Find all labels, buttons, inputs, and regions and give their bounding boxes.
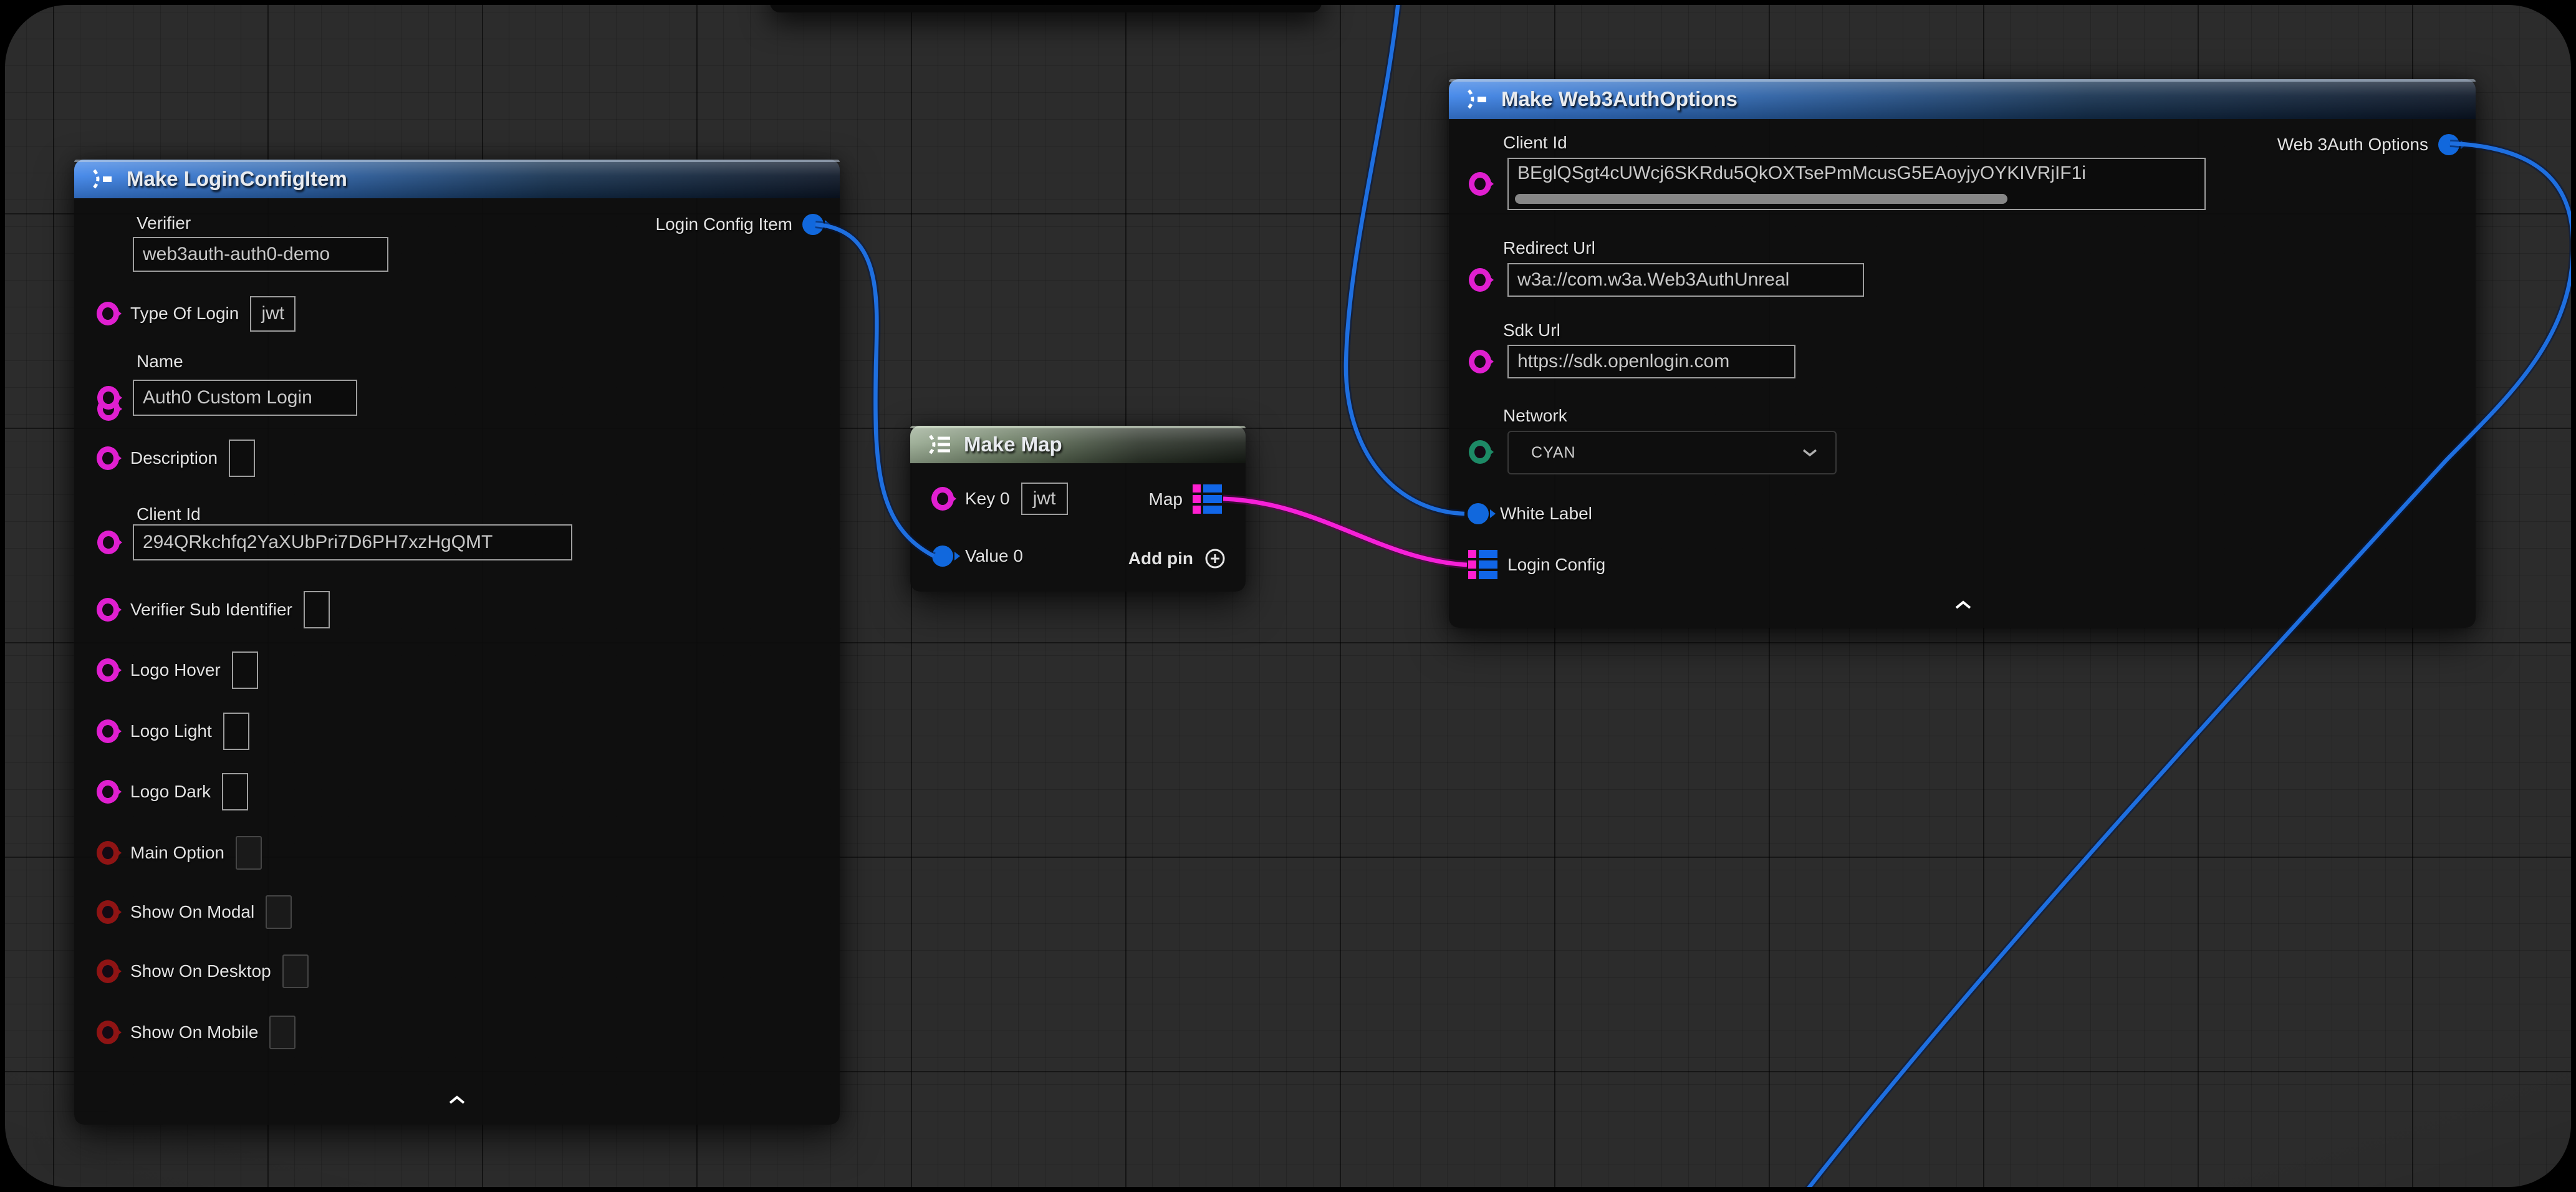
pin-label-web3auth-options: Web 3Auth Options — [2277, 135, 2428, 155]
output-pin-map[interactable] — [1193, 484, 1222, 514]
input-pin-value-0[interactable] — [932, 546, 953, 567]
network-selected-value: CYAN — [1531, 444, 1576, 462]
input-pin-show-on-modal[interactable] — [97, 900, 119, 924]
show-on-mobile-checkbox[interactable] — [269, 1016, 296, 1049]
input-pin-main-option[interactable] — [97, 841, 119, 865]
node-make-web3auth-options[interactable]: Make Web3AuthOptions Web 3Auth Options C… — [1449, 79, 2476, 628]
pin-label-key-0: Key 0 — [965, 489, 1010, 509]
pin-label-network: Network — [1503, 406, 1567, 426]
add-pin-icon[interactable] — [1203, 547, 1227, 570]
type-of-login-input[interactable]: jwt — [250, 296, 296, 332]
logo-hover-input[interactable] — [232, 651, 258, 689]
pin-label-verifier-sub-identifier: Verifier Sub Identifier — [130, 600, 292, 620]
pin-label-login-config-item: Login Config Item — [656, 214, 792, 234]
input-pin-client-id[interactable] — [97, 531, 120, 554]
pin-label-logo-dark: Logo Dark — [130, 782, 211, 802]
pin-label-redirect-url: Redirect Url — [1503, 238, 1595, 258]
pin-label-show-on-mobile: Show On Mobile — [130, 1022, 258, 1042]
verifier-sub-identifier-input[interactable] — [304, 591, 330, 628]
chevron-down-icon — [1802, 448, 1818, 457]
input-pin-sdk-url[interactable] — [1469, 350, 1491, 373]
network-dropdown[interactable]: CYAN — [1507, 431, 1837, 474]
node-header[interactable]: Make LoginConfigItem — [74, 160, 840, 198]
input-pin-key-0[interactable] — [931, 487, 954, 511]
input-pin-redirect-url[interactable] — [1469, 268, 1491, 292]
description-input[interactable] — [229, 440, 255, 477]
pin-label-client-id: Client Id — [137, 504, 201, 524]
pin-label-type-of-login: Type Of Login — [130, 304, 239, 324]
input-pin-type-of-login[interactable] — [97, 302, 119, 325]
logo-light-input[interactable] — [223, 713, 249, 750]
client-id-scrollbar-thumb[interactable] — [1515, 194, 2007, 204]
pin-label-sdk-url: Sdk Url — [1503, 320, 1560, 340]
wire-to-white-label[interactable] — [1346, 5, 1464, 514]
main-option-checkbox[interactable] — [236, 836, 262, 870]
verifier-input[interactable]: web3auth-auth0-demo — [133, 237, 388, 272]
collapse-chevron-icon[interactable] — [448, 1095, 466, 1105]
pin-label-white-label: White Label — [1500, 504, 1592, 524]
input-pin-show-on-desktop[interactable] — [97, 959, 119, 983]
pin-label-logo-light: Logo Light — [130, 721, 212, 741]
input-pin-logo-hover[interactable] — [97, 658, 119, 682]
pin-label-logo-hover: Logo Hover — [130, 660, 221, 680]
input-pin-verifier-sub-identifier[interactable] — [97, 598, 119, 622]
pin-label-main-option: Main Option — [130, 843, 224, 863]
input-pin-show-on-mobile[interactable] — [97, 1021, 119, 1044]
blueprint-graph-canvas[interactable]: Make LoginConfigItem Login Config Item V… — [5, 5, 2571, 1187]
add-pin-label: Add pin — [1128, 549, 1193, 569]
name-input[interactable]: Auth0 Custom Login — [133, 380, 357, 416]
sdk-url-input[interactable]: https://sdk.openlogin.com — [1507, 345, 1795, 378]
pin-label-name: Name — [137, 352, 183, 372]
input-pin-description[interactable] — [97, 446, 119, 470]
node-header[interactable]: Make Map — [910, 426, 1246, 463]
node-title: Make Web3AuthOptions — [1501, 87, 1737, 111]
input-pin-network[interactable] — [1469, 440, 1491, 464]
output-pin-login-config-item[interactable] — [802, 214, 824, 235]
node-title: Make Map — [964, 433, 1062, 456]
make-struct-icon — [1465, 88, 1490, 110]
show-on-desktop-checkbox[interactable] — [282, 954, 309, 988]
pin-label-client-id: Client Id — [1503, 133, 1567, 153]
pin-label-map: Map — [1149, 489, 1183, 509]
pin-label-show-on-desktop: Show On Desktop — [130, 961, 271, 981]
input-pin-logo-light[interactable] — [97, 719, 119, 743]
input-pin-login-config[interactable] — [1468, 550, 1497, 579]
pin-label-show-on-modal: Show On Modal — [130, 902, 254, 922]
node-make-map[interactable]: Make Map Key 0 jwt Map Value 0 Add pin — [910, 426, 1246, 592]
pin-label-verifier: Verifier — [137, 213, 191, 233]
node-make-login-config-item[interactable]: Make LoginConfigItem Login Config Item V… — [74, 160, 840, 1125]
input-pin-name[interactable] — [97, 386, 120, 410]
logo-dark-input[interactable] — [222, 773, 248, 810]
pin-label-value-0: Value 0 — [965, 546, 1023, 566]
make-map-icon — [926, 433, 953, 456]
output-pin-web3auth-options[interactable] — [2438, 134, 2459, 155]
node-header[interactable]: Make Web3AuthOptions — [1449, 79, 2476, 119]
node-title: Make LoginConfigItem — [127, 167, 347, 191]
wire-map-to-login-config[interactable] — [1223, 499, 1467, 565]
collapse-chevron-icon[interactable] — [1954, 600, 1973, 610]
client-id-input[interactable]: 294QRkchfq2YaXUbPri7D6PH7xzHgQMT — [133, 524, 572, 560]
make-struct-icon — [90, 168, 115, 190]
input-pin-logo-dark[interactable] — [97, 780, 119, 804]
pin-label-login-config: Login Config — [1507, 555, 1605, 575]
pin-label-description: Description — [130, 448, 218, 468]
offscreen-node-edge — [770, 5, 1322, 12]
input-pin-client-id[interactable] — [1469, 172, 1491, 196]
redirect-url-input[interactable]: w3a://com.w3a.Web3AuthUnreal — [1507, 263, 1864, 297]
show-on-modal-checkbox[interactable] — [266, 895, 292, 929]
input-pin-white-label[interactable] — [1468, 503, 1489, 524]
